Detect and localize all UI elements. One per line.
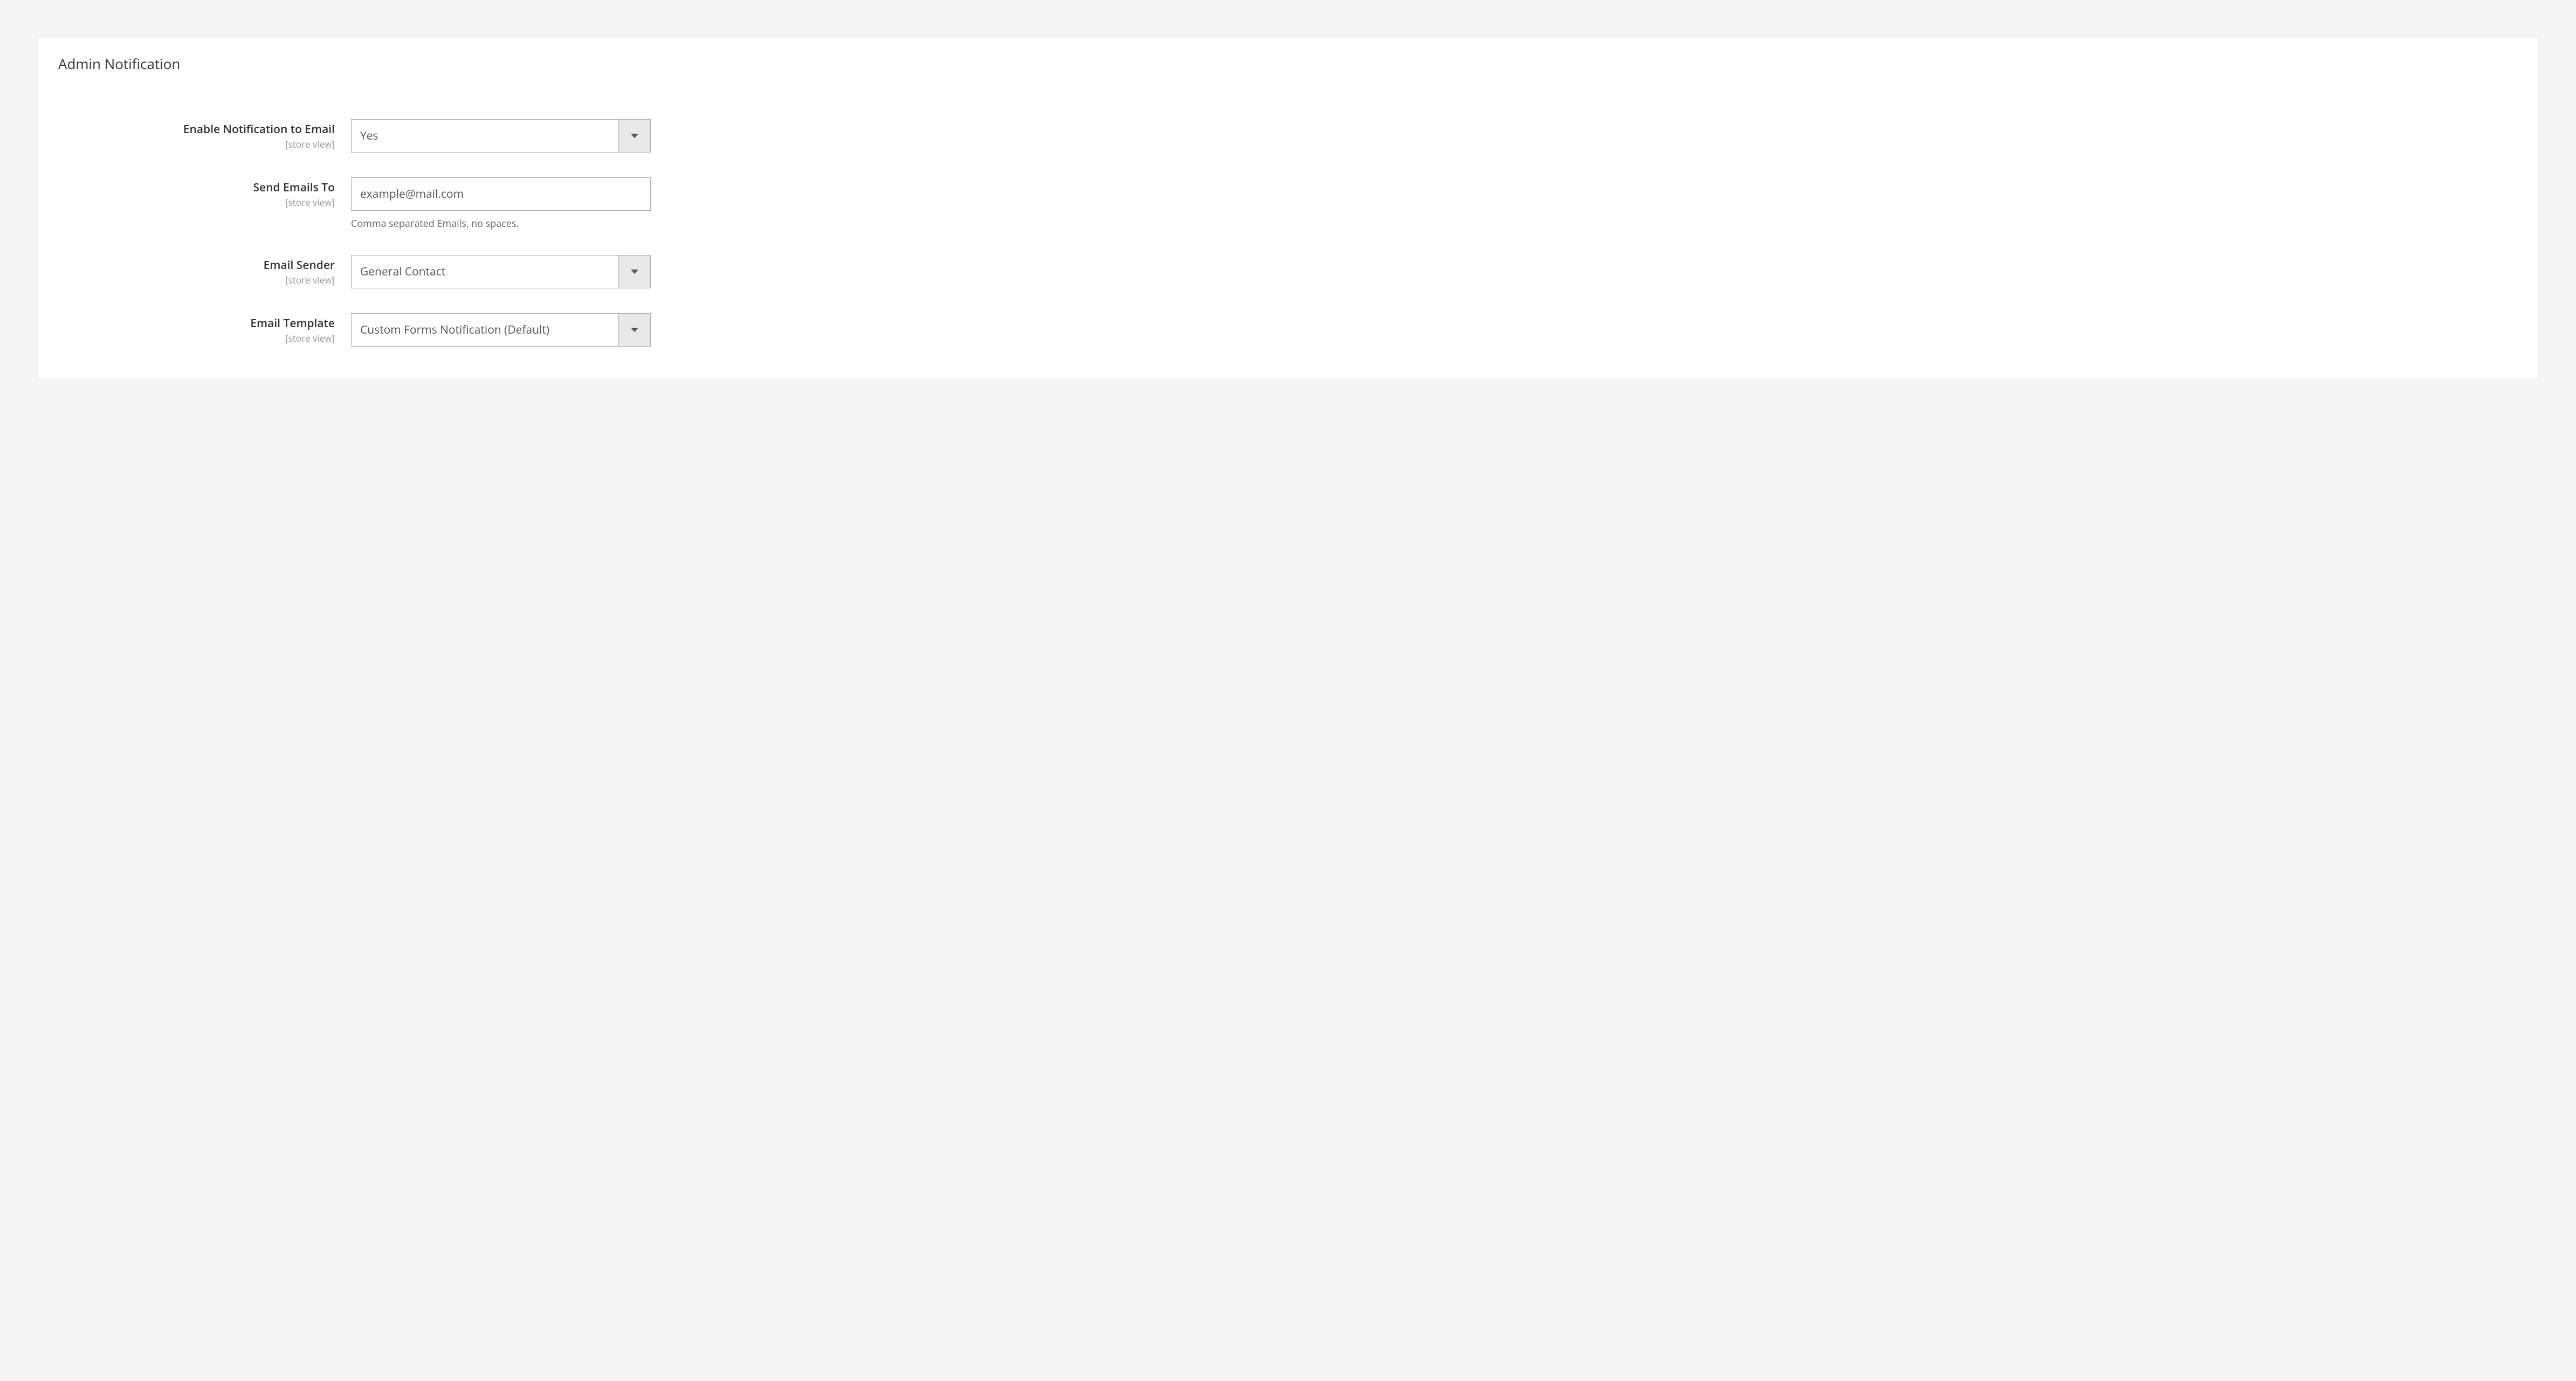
scope-label: [store view] [58,138,335,150]
section-title: Admin Notification [58,54,2518,73]
admin-notification-panel: Admin Notification Enable Notification t… [38,38,2538,379]
control-col: Yes [351,119,651,153]
select-value: Yes [351,119,618,153]
email-template-select[interactable]: Custom Forms Notification (Default) [351,313,651,347]
send-emails-to-input[interactable] [351,177,651,211]
label-col: Email Sender [store view] [58,255,351,286]
field-label-email-sender: Email Sender [58,258,335,273]
control-col: General Contact [351,255,651,288]
label-col: Email Template [store view] [58,313,351,344]
field-label-enable-notification: Enable Notification to Email [58,122,335,137]
label-col: Enable Notification to Email [store view… [58,119,351,150]
label-col: Send Emails To [store view] [58,177,351,209]
dropdown-arrow-icon [618,255,651,288]
select-value: Custom Forms Notification (Default) [351,313,618,347]
dropdown-arrow-icon [618,313,651,347]
field-label-send-emails-to: Send Emails To [58,181,335,195]
enable-notification-select[interactable]: Yes [351,119,651,153]
scope-label: [store view] [58,332,335,344]
field-row-send-emails-to: Send Emails To [store view] Comma separa… [58,177,2518,230]
field-row-enable-notification: Enable Notification to Email [store view… [58,119,2518,153]
email-sender-select[interactable]: General Contact [351,255,651,288]
field-label-email-template: Email Template [58,316,335,331]
field-row-email-template: Email Template [store view] Custom Forms… [58,313,2518,347]
control-col: Custom Forms Notification (Default) [351,313,651,347]
field-row-email-sender: Email Sender [store view] General Contac… [58,255,2518,288]
dropdown-arrow-icon [618,119,651,153]
select-value: General Contact [351,255,618,288]
help-text: Comma separated Emails, no spaces. [351,217,651,230]
scope-label: [store view] [58,274,335,286]
control-col: Comma separated Emails, no spaces. [351,177,651,230]
scope-label: [store view] [58,196,335,209]
